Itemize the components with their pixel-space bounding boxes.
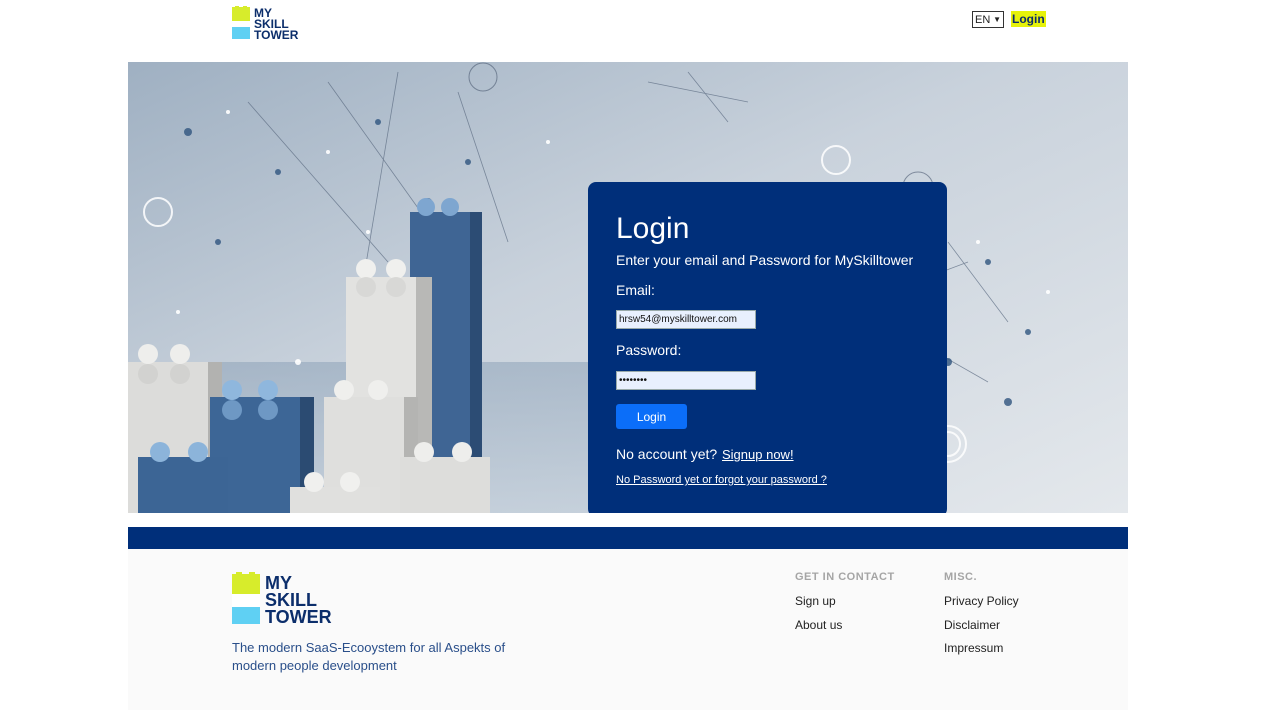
email-label: Email: [616,282,655,298]
footer-tagline: The modern SaaS-Ecooystem for all Aspekt… [232,640,506,673]
chevron-down-icon: ▼ [993,15,1001,24]
footer-logo: MY SKILL TOWER [232,572,332,625]
no-account-text: No account yet? [616,446,718,462]
site-header: MY SKILL TOWER EN ▼ Login [0,0,1280,62]
misc-heading: MISC. [944,571,978,583]
login-button[interactable]: Login [616,404,687,429]
footer-signup-link[interactable]: Sign up [795,594,836,608]
footer-divider-bar [128,527,1128,549]
footer-about-link[interactable]: About us [795,618,842,632]
contact-heading: GET IN CONTACT [795,571,895,583]
forgot-password-link[interactable]: No Password yet or forgot your password … [616,474,827,486]
footer-privacy-link[interactable]: Privacy Policy [944,594,1019,608]
login-card: Login Enter your email and Password for … [588,182,947,513]
login-subtitle: Enter your email and Password for MySkil… [616,252,914,268]
site-footer: MY SKILL TOWER The modern SaaS-Ecooystem… [128,549,1128,710]
footer-impressum-link[interactable]: Impressum [944,641,1003,655]
language-selected: EN [975,13,991,26]
hero-section: Login Enter your email and Password for … [128,62,1128,513]
header-login-link[interactable]: Login [1011,11,1046,27]
email-field[interactable] [616,310,756,329]
myskilltower-logo[interactable]: MY SKILL TOWER [232,6,306,40]
footer-disclaimer-link[interactable]: Disclaimer [944,618,1000,632]
logo-line-3: TOWER [254,28,299,40]
footer-logo-line-3: TOWER [265,607,332,625]
password-label: Password: [616,342,682,358]
language-select[interactable]: EN ▼ [972,11,1004,28]
signup-link[interactable]: Signup now! [722,447,794,462]
password-field[interactable] [616,371,756,390]
login-title: Login [616,212,690,245]
